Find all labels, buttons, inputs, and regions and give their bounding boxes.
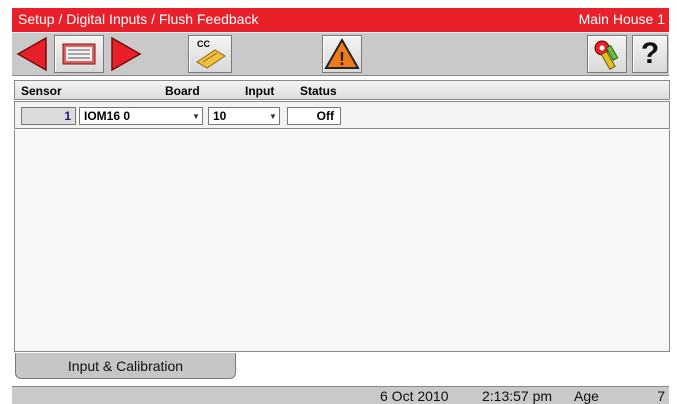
status-field: Off <box>287 107 341 125</box>
panel-list-icon <box>62 43 96 65</box>
breadcrumb: Setup / Digital Inputs / Flush Feedback <box>18 11 259 27</box>
title-bar: Setup / Digital Inputs / Flush Feedback … <box>12 8 669 32</box>
column-header-board: Board <box>165 84 200 98</box>
screen-list-button[interactable] <box>54 35 104 73</box>
back-arrow-button[interactable] <box>14 35 50 73</box>
cc-label: CC <box>197 39 210 49</box>
cc-icon <box>196 49 226 69</box>
toolbar: CC ! ? <box>12 32 669 76</box>
key-icon <box>594 40 619 70</box>
cc-button[interactable]: CC <box>188 35 232 73</box>
alarm-button[interactable]: ! <box>322 35 362 73</box>
table-header: Sensor Board Input Status <box>14 80 670 100</box>
warning-icon: ! <box>324 37 360 69</box>
age-value: 7 <box>657 388 665 404</box>
key-button[interactable] <box>587 35 627 73</box>
board-select[interactable]: IOM16 0 ▼ <box>79 107 203 125</box>
location-name: Main House 1 <box>578 11 665 27</box>
column-header-sensor: Sensor <box>21 84 62 98</box>
status-time: 2:13:57 pm <box>482 388 553 404</box>
age-label: Age <box>574 388 599 404</box>
forward-arrow-button[interactable] <box>108 35 144 73</box>
right-arrow-icon <box>111 36 142 72</box>
help-icon: ? <box>640 37 660 70</box>
left-arrow-icon <box>16 36 47 72</box>
tab-label: Input & Calibration <box>67 358 184 374</box>
column-header-input: Input <box>245 84 275 98</box>
input-select[interactable]: 10 ▼ <box>208 107 280 125</box>
tab-input-calibration[interactable]: Input & Calibration <box>15 353 236 379</box>
table-row: 1 IOM16 0 ▼ 10 ▼ Off <box>14 101 670 129</box>
content-area <box>14 130 670 352</box>
status-date: 6 Oct 2010 <box>380 388 449 404</box>
chevron-down-icon: ▼ <box>192 112 200 121</box>
help-button[interactable]: ? <box>632 35 668 73</box>
warning-symbol: ! <box>339 49 345 69</box>
column-header-status: Status <box>300 84 337 98</box>
sensor-number-field: 1 <box>21 107 76 125</box>
chevron-down-icon: ▼ <box>269 112 277 121</box>
status-bar: 6 Oct 2010 2:13:57 pm Age 7 <box>12 386 669 404</box>
